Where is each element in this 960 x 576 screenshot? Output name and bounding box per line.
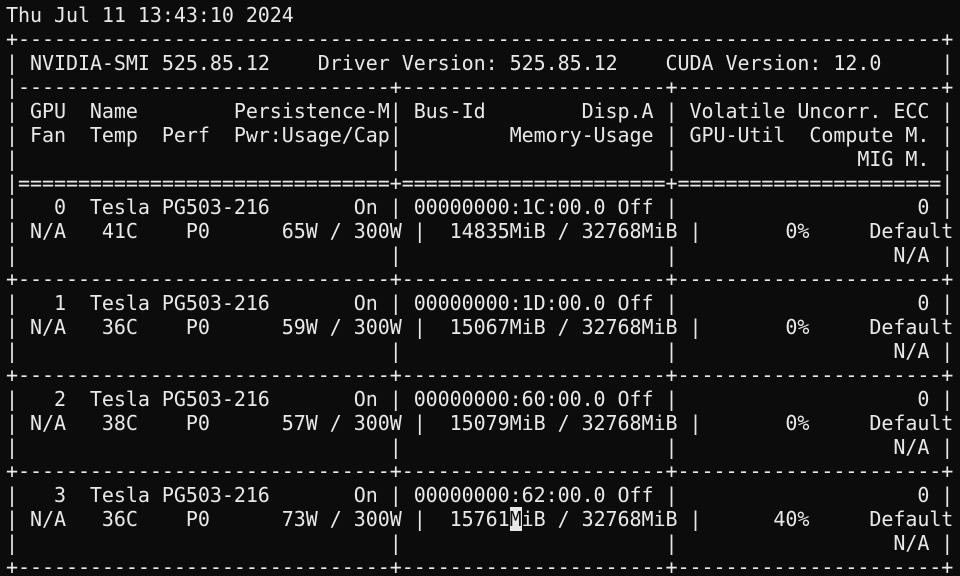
gpu-row-1-line-3: | | | N/A | — [6, 339, 954, 363]
cuda-version: 12.0 — [833, 51, 882, 75]
gpu-row-0-line-2: | N/A 41C P0 65W / 300W | 14835MiB / 327… — [6, 219, 960, 243]
table-border-double: |===============================+=======… — [6, 171, 954, 195]
column-header-row-1: | GPU Name Persistence-M| Bus-Id Disp.A … — [6, 99, 954, 123]
gpu-row-2-line-1: | 2 Tesla PG503-216 On | 00000000:60:00.… — [6, 387, 954, 411]
column-header-row-3: | | | MIG M. | — [6, 147, 954, 171]
gpu-row-3-line-2: | N/A 36C P0 73W / 300W | 15761MiB / 327… — [6, 507, 960, 531]
gpu-table: | 0 Tesla PG503-216 On | 00000000:1C:00.… — [6, 195, 960, 576]
gpu-row-1-separator: +-------------------------------+-------… — [6, 363, 954, 387]
gpu-row-3-line-1: | 3 Tesla PG503-216 On | 00000000:62:00.… — [6, 483, 954, 507]
nvidia-smi-label: NVIDIA-SMI — [29, 51, 162, 75]
gpu-row-0-separator: +-------------------------------+-------… — [6, 267, 954, 291]
text-cursor: M — [509, 507, 522, 531]
gpu-row-3-line-3: | | | N/A | — [6, 531, 954, 555]
smi-version: 525.85.12 — [161, 51, 270, 75]
gpu-row-2-line-2: | N/A 38C P0 57W / 300W | 15079MiB / 327… — [6, 411, 960, 435]
gpu-row-1-line-2: | N/A 36C P0 59W / 300W | 15067MiB / 327… — [6, 315, 960, 339]
table-border-dashed: |-------------------------------+-------… — [6, 75, 954, 99]
timestamp-line: Thu Jul 11 13:43:10 2024 — [6, 3, 294, 27]
terminal-window[interactable]: Thu Jul 11 13:43:10 2024 +--------------… — [0, 0, 960, 576]
table-border-top: +---------------------------------------… — [6, 27, 954, 51]
header-versions: | NVIDIA-SMI 525.85.12 Driver Version: 5… — [6, 51, 954, 75]
driver-version: 525.85.12 — [509, 51, 618, 75]
gpu-row-2-separator: +-------------------------------+-------… — [6, 459, 954, 483]
gpu-row-0-line-3: | | | N/A | — [6, 243, 954, 267]
gpu-row-1-line-1: | 1 Tesla PG503-216 On | 00000000:1D:00.… — [6, 291, 954, 315]
gpu-row-0-line-1: | 0 Tesla PG503-216 On | 00000000:1C:00.… — [6, 195, 954, 219]
column-header-row-2: | Fan Temp Perf Pwr:Usage/Cap| Memory-Us… — [6, 123, 954, 147]
gpu-row-2-line-3: | | | N/A | — [6, 435, 954, 459]
gpu-row-3-separator: +-------------------------------+-------… — [6, 555, 954, 576]
